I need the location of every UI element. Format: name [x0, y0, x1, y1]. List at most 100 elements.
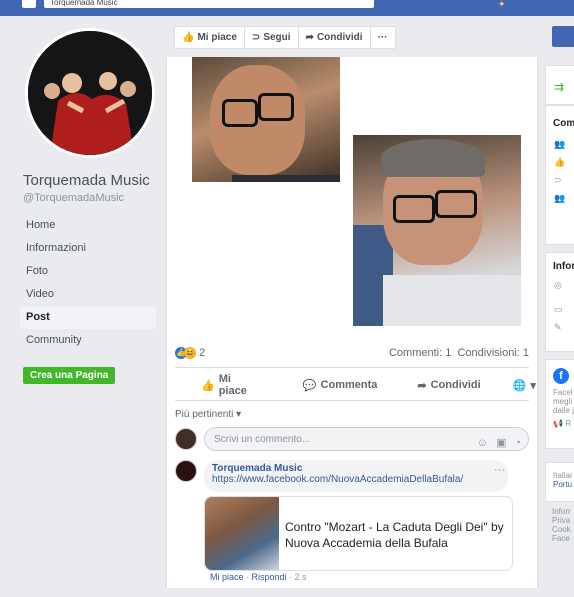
thumbs-up-icon: 👍: [201, 379, 215, 392]
facebook-logo-icon: f: [553, 368, 569, 384]
comment-author[interactable]: Torquemada Music: [212, 463, 500, 474]
comment-composer: Scrivi un commento... ☺ ▣ ◔: [175, 427, 529, 453]
rss-icon: ⊃: [554, 175, 562, 185]
nav-home[interactable]: Home: [20, 214, 156, 237]
hair-shape: [381, 139, 485, 177]
footer-link-1[interactable]: Inforr: [545, 507, 574, 516]
fb-text-3: dalle j: [553, 406, 574, 415]
facebook-logo-icon[interactable]: [22, 0, 36, 8]
page-avatar[interactable]: [25, 28, 155, 158]
comment-item: Torquemada Music https://www.facebook.co…: [175, 460, 529, 582]
glasses-left: [222, 99, 258, 127]
footer-link-2[interactable]: Priva: [545, 516, 574, 525]
nav-post[interactable]: Post: [20, 306, 156, 329]
shirt-shape: [383, 275, 521, 326]
divider: [175, 367, 529, 368]
divider: [175, 400, 529, 401]
share-arrow-icon: ➦: [417, 379, 427, 392]
people-icon: 👥: [554, 193, 566, 203]
messenger-icon: ◎: [554, 280, 562, 290]
comment-bubble: Torquemada Music https://www.facebook.co…: [204, 460, 508, 492]
megaphone-icon: 📢: [553, 419, 563, 428]
fb-icon-row[interactable]: 📢 R: [546, 419, 574, 428]
post-stats: 👍😆 2 Commenti: 1 Condivisioni: 1: [175, 347, 529, 365]
nav-community[interactable]: Community: [20, 329, 156, 352]
post-share-button[interactable]: ➦ Condividi: [417, 379, 480, 392]
thumbs-up-icon: 👍: [182, 32, 195, 43]
glasses-left: [393, 195, 435, 223]
comment-time[interactable]: 2 s: [295, 572, 307, 582]
comment-placeholder: Scrivi un commento...: [214, 434, 311, 445]
right-footer: Inforr Priva Cook Face: [545, 507, 574, 557]
composer-icons: ☺ ▣ ◔: [477, 431, 521, 455]
people-icon: 👥: [554, 139, 566, 149]
comment-icon: 💬: [302, 379, 317, 392]
footer-link-4[interactable]: Face: [545, 534, 574, 543]
glasses-right: [258, 93, 294, 121]
reaction-count[interactable]: 2: [199, 347, 205, 359]
shares-count[interactable]: Condivisioni: 1: [457, 347, 529, 359]
preview-image: [205, 497, 279, 570]
post-card: 👍😆 2 Commenti: 1 Condivisioni: 1 👍 Mi pia…: [166, 57, 538, 588]
share-arrow-icon: ➦: [305, 32, 314, 43]
nav-video[interactable]: Video: [20, 283, 156, 306]
jacket-shape: [232, 175, 340, 182]
comment-label: Commenta: [320, 379, 378, 391]
comment-like-link[interactable]: Mi piace: [210, 572, 244, 582]
nav-informazioni[interactable]: Informazioni: [20, 237, 156, 260]
comment-button[interactable]: 💬 Commenta: [303, 379, 378, 392]
right-card-language: Italiar Portu: [545, 462, 574, 502]
comment-input[interactable]: Scrivi un commento... ☺ ▣ ◔: [204, 427, 529, 451]
page-like-label: Mi piace: [197, 32, 237, 43]
right-card-facebook: f Facel megli dalle j 📢 R: [545, 359, 574, 449]
audience-selector[interactable]: 🌐 ▾: [513, 379, 536, 392]
right-card-community: Com 👥 👍 ⊃ 👥: [545, 105, 574, 245]
search-input[interactable]: Torquemada Music: [44, 0, 374, 8]
more-options-button[interactable]: ···: [371, 27, 395, 48]
post-photo-2[interactable]: [353, 135, 521, 326]
folder-icon: ▭: [554, 304, 563, 314]
language-link[interactable]: Portu: [546, 480, 574, 490]
comment-sort-selector[interactable]: Più pertinenti ▾: [175, 409, 241, 420]
page-share-button[interactable]: ➦ Condividi: [299, 27, 371, 48]
primary-action-button[interactable]: [552, 26, 574, 47]
gif-icon[interactable]: ▣: [496, 431, 506, 455]
haha-reaction-icon[interactable]: 😆: [184, 347, 196, 360]
create-page-button[interactable]: Crea una Pagina: [23, 367, 116, 384]
user-avatar[interactable]: [175, 428, 197, 450]
top-bar: Torquemada Music ✦: [0, 0, 574, 16]
fb-text-2: megli: [553, 397, 573, 406]
page-like-button[interactable]: 👍 Mi piace: [175, 27, 245, 48]
comments-count[interactable]: Commenti: 1: [389, 347, 451, 359]
commenter-avatar[interactable]: [175, 460, 197, 482]
comment-reply-link[interactable]: Rispondi: [252, 572, 287, 582]
page-name[interactable]: Torquemada Music: [23, 172, 150, 189]
comment-link[interactable]: https://www.facebook.com/NuovaAccademiaD…: [212, 474, 500, 485]
community-heading: Com: [553, 118, 574, 129]
glasses-right: [435, 190, 477, 218]
globe-icon: 🌐: [512, 379, 527, 392]
post-like-button[interactable]: 👍 Mi piace: [201, 373, 247, 397]
footer-link-3[interactable]: Cook: [545, 525, 574, 534]
messenger-icon: ⇉: [554, 80, 565, 94]
rss-icon: ⊃: [251, 32, 261, 43]
link-preview[interactable]: Contro "Mozart - La Caduta Degli Dei" by…: [204, 496, 513, 571]
post-photo-1[interactable]: [192, 57, 340, 182]
nav-foto[interactable]: Foto: [20, 260, 156, 283]
right-card-messenger[interactable]: ⇉: [545, 65, 574, 105]
thumbs-up-icon: 👍: [554, 157, 566, 167]
sticker-icon[interactable]: ◔: [514, 431, 521, 455]
comment-share-counts: Commenti: 1 Condivisioni: 1: [389, 347, 529, 359]
pencil-icon: ✎: [554, 322, 562, 332]
follow-button[interactable]: ⊃ Segui: [245, 27, 299, 48]
emoji-icon[interactable]: ☺: [477, 431, 488, 455]
more-icon[interactable]: ···: [494, 464, 505, 476]
language-current: Italiar: [553, 471, 573, 480]
page-handle[interactable]: @TorquemadaMusic: [23, 192, 124, 204]
post-actions: 👍 Mi piace 💬 Commenta ➦ Condividi 🌐 ▾: [175, 373, 536, 397]
post-share-label: Condividi: [430, 379, 481, 391]
notification-icon[interactable]: ✦: [498, 0, 512, 9]
fb-icon-label: R: [565, 419, 571, 428]
fb-text-1: Facel: [553, 388, 573, 397]
preview-title: Contro "Mozart - La Caduta Degli Dei" by…: [285, 520, 504, 550]
